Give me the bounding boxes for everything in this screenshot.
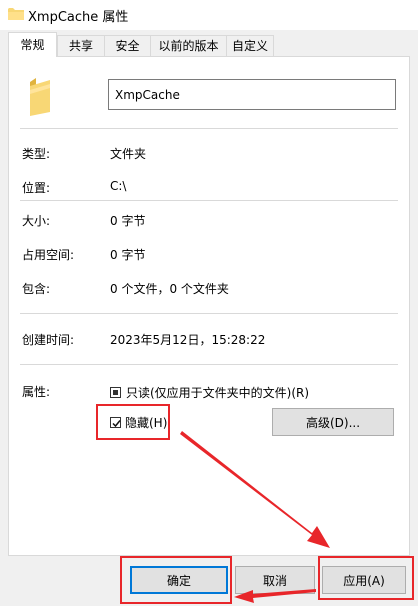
arrow-left-icon <box>234 589 316 603</box>
annotation-arrows <box>180 431 330 603</box>
tab-general[interactable]: 常规 <box>8 32 57 57</box>
arrow-right-down-icon <box>180 431 330 548</box>
